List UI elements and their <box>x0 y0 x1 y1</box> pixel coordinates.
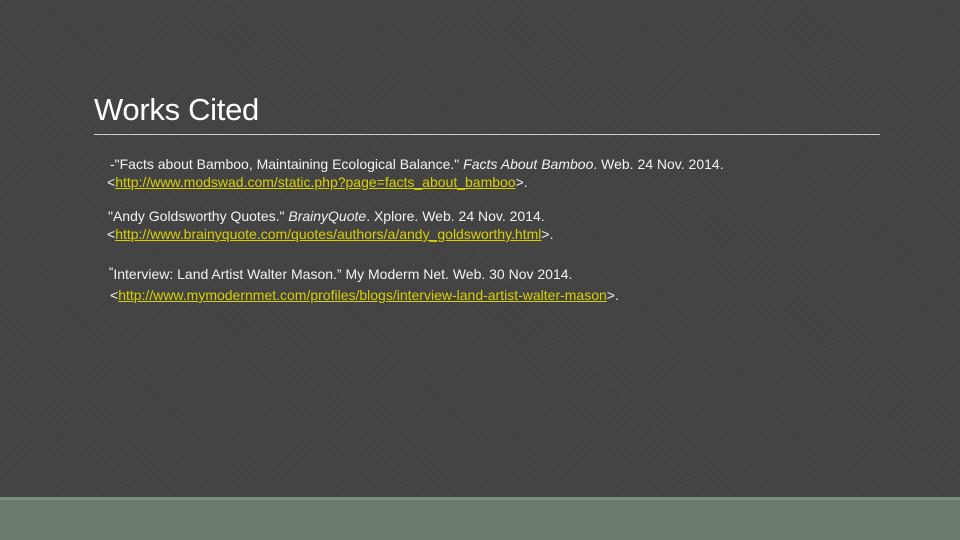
citation-interview: “Interview: Land Artist Walter Mason.” M… <box>109 263 619 304</box>
url-close-bracket: >. <box>541 226 554 242</box>
citation-source: Facts About Bamboo <box>463 156 594 172</box>
title-divider <box>94 134 880 135</box>
citation-goldsworthy: "Andy Goldsworthy Quotes." BrainyQuote. … <box>107 207 553 243</box>
citation-bamboo: -"Facts about Bamboo, Maintaining Ecolog… <box>107 155 724 191</box>
url-open-bracket: < <box>107 226 116 242</box>
url-close-bracket: >. <box>515 174 528 190</box>
citation-link[interactable]: http://www.brainyquote.com/quotes/author… <box>115 226 541 242</box>
citation-link[interactable]: http://www.modswad.com/static.php?page=f… <box>115 174 515 190</box>
footer-band <box>0 497 960 540</box>
citation-link[interactable]: http://www.mymodernmet.com/profiles/blog… <box>118 287 607 303</box>
citation-details: . Xplore. Web. 24 Nov. 2014. <box>366 208 545 224</box>
page-title: Works Cited <box>94 92 259 127</box>
citation-source: BrainyQuote <box>288 208 367 224</box>
citation-text: "Andy Goldsworthy Quotes." <box>108 208 289 224</box>
url-open-bracket: < <box>107 174 116 190</box>
citation-url-line: <http://www.mymodernmet.com/profiles/blo… <box>110 286 619 304</box>
citation-url-line: <http://www.modswad.com/static.php?page=… <box>107 174 528 190</box>
citation-url-line: <http://www.brainyquote.com/quotes/autho… <box>107 226 553 242</box>
citation-details: . Web. 24 Nov. 2014. <box>593 156 724 172</box>
citation-text: Interview: Land Artist Walter Mason.” My… <box>113 266 573 282</box>
slide-background <box>0 0 960 497</box>
citation-text: -"Facts about Bamboo, Maintaining Ecolog… <box>110 156 464 172</box>
footer-divider <box>0 497 960 500</box>
url-close-bracket: >. <box>606 287 619 303</box>
url-open-bracket: < <box>110 287 119 303</box>
